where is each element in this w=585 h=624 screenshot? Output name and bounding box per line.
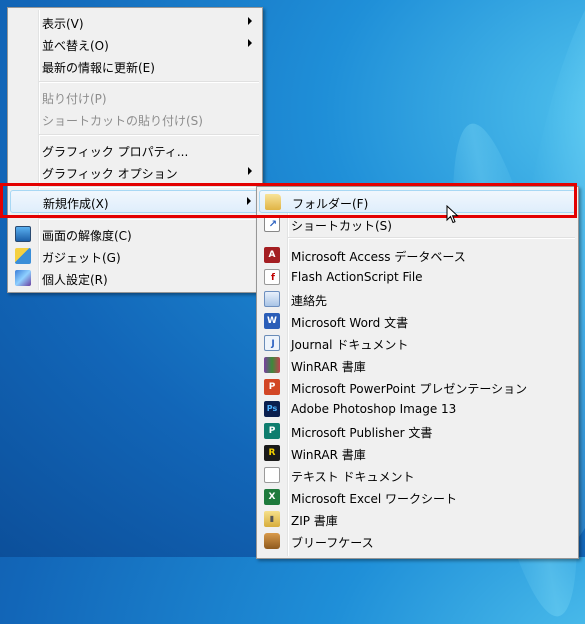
submenu-item-label: Microsoft Publisher 文書: [291, 426, 433, 440]
zip-icon: ▮: [264, 511, 280, 527]
menu-separator: [39, 134, 259, 136]
submenu-item-contact[interactable]: 連絡先: [259, 288, 576, 310]
submenu-item-label: Microsoft Excel ワークシート: [291, 492, 458, 506]
menu-item-gadgets[interactable]: ガジェット(G): [10, 245, 260, 267]
menu-item-screen-resolution[interactable]: 画面の解像度(C): [10, 223, 260, 245]
submenu-item-label: Flash ActionScript File: [291, 270, 423, 284]
submenu-arrow-icon: [248, 17, 252, 25]
submenu-item-photoshop[interactable]: Ps Adobe Photoshop Image 13: [259, 398, 576, 420]
menu-item-label: グラフィック オプション: [42, 167, 178, 181]
submenu-item-text[interactable]: テキスト ドキュメント: [259, 464, 576, 486]
highlight-annotation-frame: [0, 183, 577, 218]
submenu-item-powerpoint[interactable]: P Microsoft PowerPoint プレゼンテーション: [259, 376, 576, 398]
submenu-item-label: WinRAR 書庫: [291, 448, 366, 462]
menu-item-view[interactable]: 表示(V): [10, 11, 260, 33]
mouse-cursor-icon: [446, 205, 459, 224]
winrar-icon: [264, 357, 280, 373]
menu-separator: [39, 218, 259, 220]
menu-item-paste-shortcut: ショートカットの貼り付け(S): [10, 108, 260, 130]
submenu-item-briefcase[interactable]: ブリーフケース: [259, 530, 576, 552]
menu-item-graphics-properties[interactable]: グラフィック プロパティ...: [10, 139, 260, 161]
menu-separator: [39, 81, 259, 83]
menu-item-label: 貼り付け(P): [42, 92, 107, 106]
menu-item-label: 画面の解像度(C): [42, 229, 132, 243]
flash-file-icon: f: [264, 269, 280, 285]
menu-item-label: 表示(V): [42, 17, 84, 31]
submenu-arrow-icon: [248, 167, 252, 175]
submenu-item-journal[interactable]: J Journal ドキュメント: [259, 332, 576, 354]
menu-item-graphics-options[interactable]: グラフィック オプション: [10, 161, 260, 183]
briefcase-icon: [264, 533, 280, 549]
submenu-item-label: Adobe Photoshop Image 13: [291, 402, 457, 416]
desktop-context-menu: 表示(V) 並べ替え(O) 最新の情報に更新(E) 貼り付け(P) ショートカッ…: [7, 7, 263, 293]
menu-item-refresh[interactable]: 最新の情報に更新(E): [10, 55, 260, 77]
photoshop-icon: Ps: [264, 401, 280, 417]
journal-icon: J: [264, 335, 280, 351]
submenu-item-label: ショートカット(S): [291, 219, 392, 233]
submenu-item-label: 連絡先: [291, 294, 328, 308]
submenu-item-label: Microsoft Access データベース: [291, 250, 466, 264]
contact-icon: [264, 291, 280, 307]
submenu-item-publisher[interactable]: P Microsoft Publisher 文書: [259, 420, 576, 442]
shortcut-icon: ↗: [264, 216, 280, 232]
excel-icon: X: [264, 489, 280, 505]
submenu-item-label: Journal ドキュメント: [291, 338, 409, 352]
menu-item-label: 最新の情報に更新(E): [42, 61, 155, 75]
menu-item-label: ガジェット(G): [42, 251, 121, 265]
monitor-icon: [15, 226, 31, 242]
submenu-item-label: テキスト ドキュメント: [291, 470, 415, 484]
submenu-item-label: ZIP 書庫: [291, 514, 338, 528]
submenu-item-winrar-2[interactable]: R WinRAR 書庫: [259, 442, 576, 464]
menu-item-label: 並べ替え(O): [42, 39, 109, 53]
word-icon: W: [264, 313, 280, 329]
new-submenu: フォルダー(F) ↗ ショートカット(S) A Microsoft Access…: [256, 186, 579, 559]
submenu-item-winrar[interactable]: WinRAR 書庫: [259, 354, 576, 376]
gadget-icon: [15, 248, 31, 264]
menu-separator: [288, 237, 575, 239]
submenu-item-label: Microsoft PowerPoint プレゼンテーション: [291, 382, 528, 396]
winrar-r-icon: R: [264, 445, 280, 461]
submenu-item-flash-as[interactable]: f Flash ActionScript File: [259, 266, 576, 288]
submenu-item-word[interactable]: W Microsoft Word 文書: [259, 310, 576, 332]
menu-item-personalize[interactable]: 個人設定(R): [10, 267, 260, 289]
menu-item-label: グラフィック プロパティ...: [42, 145, 189, 159]
submenu-item-label: WinRAR 書庫: [291, 360, 366, 374]
submenu-arrow-icon: [248, 39, 252, 47]
submenu-item-label: ブリーフケース: [291, 536, 374, 550]
menu-item-sort[interactable]: 並べ替え(O): [10, 33, 260, 55]
powerpoint-icon: P: [264, 379, 280, 395]
text-document-icon: [264, 467, 280, 483]
submenu-item-access[interactable]: A Microsoft Access データベース: [259, 244, 576, 266]
submenu-item-zip[interactable]: ▮ ZIP 書庫: [259, 508, 576, 530]
submenu-item-label: Microsoft Word 文書: [291, 316, 409, 330]
personalize-icon: [15, 270, 31, 286]
submenu-item-excel[interactable]: X Microsoft Excel ワークシート: [259, 486, 576, 508]
menu-item-label: 個人設定(R): [42, 273, 108, 287]
publisher-icon: P: [264, 423, 280, 439]
access-icon: A: [264, 247, 280, 263]
menu-item-paste: 貼り付け(P): [10, 86, 260, 108]
menu-item-label: ショートカットの貼り付け(S): [42, 114, 203, 128]
